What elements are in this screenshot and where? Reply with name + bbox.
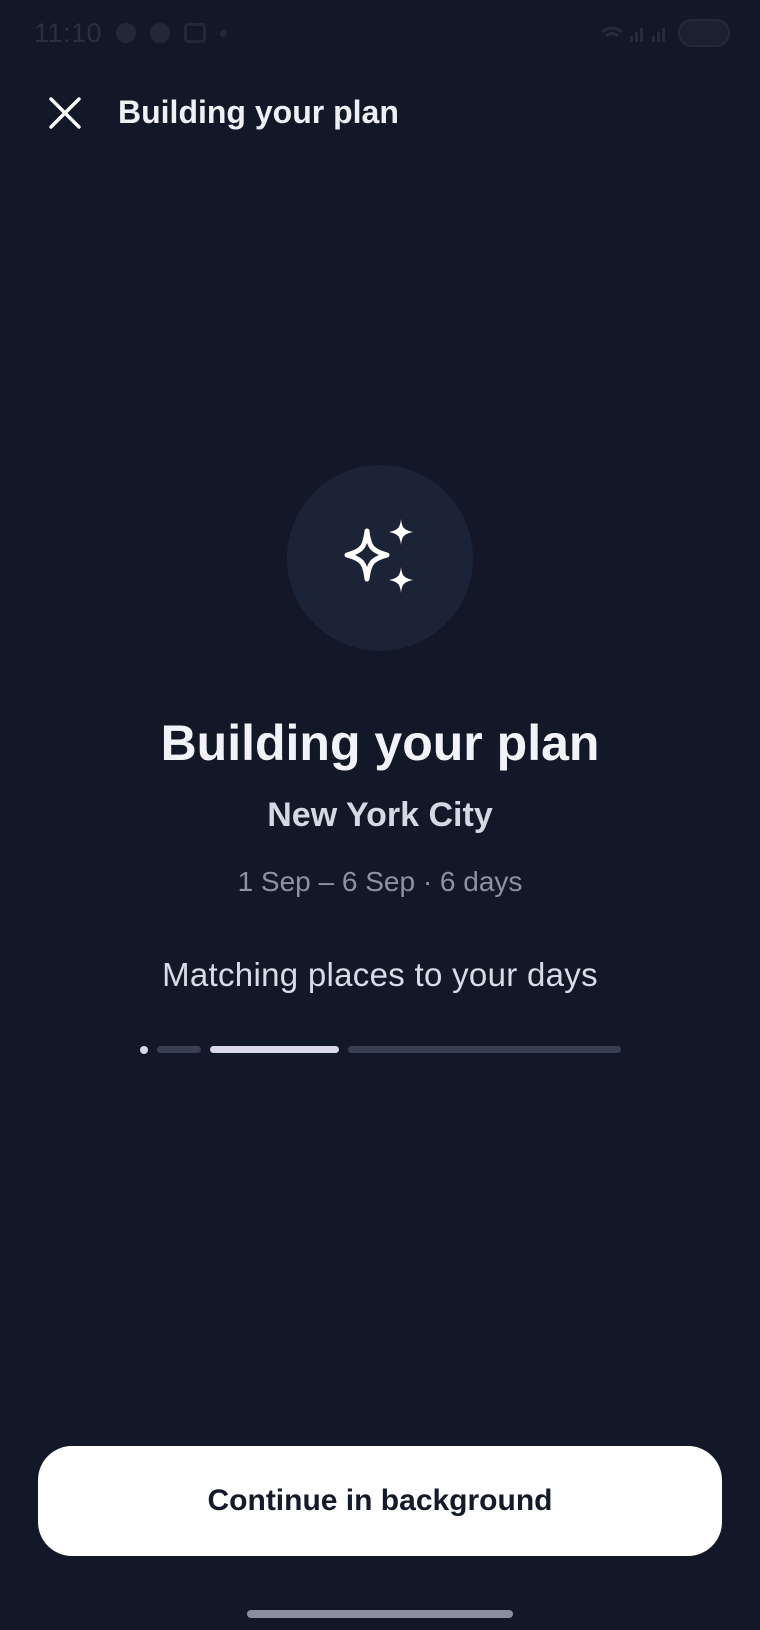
status-bar-left: 11:10 [34,17,228,49]
close-icon [49,97,81,129]
sparkle-badge [287,465,473,651]
progress-segment-3 [210,1046,339,1053]
continue-in-background-button[interactable]: Continue in background [38,1446,722,1556]
plan-loading-screen: 11:10 Building your plan Building your p… [0,0,760,1630]
progress-indicator [0,1044,760,1054]
destination-city: New York City [267,796,493,834]
status-bar: 11:10 [0,0,760,66]
hero-title: Building your plan [160,715,600,771]
battery-icon [678,19,730,47]
trip-dates: 1 Sep – 6 Sep · 6 days [237,866,523,897]
screenshot-icon [184,23,207,43]
home-indicator[interactable] [247,1610,513,1618]
page-title: Building your plan [118,94,399,130]
circle-icon [150,23,171,43]
progress-step-text: Matching places to your days [162,956,598,993]
progress-segment-1 [140,1046,148,1054]
top-app-bar: Building your plan [0,80,760,144]
status-time: 11:10 [34,17,103,48]
status-bar-right [600,19,730,47]
signal-icon [601,26,665,42]
chat-bubble-icon [116,23,137,43]
progress-segment-2 [157,1046,201,1053]
sparkles-icon [344,519,413,593]
close-button[interactable] [40,88,90,138]
progress-segment-4 [348,1046,621,1053]
dot-icon [220,29,228,37]
